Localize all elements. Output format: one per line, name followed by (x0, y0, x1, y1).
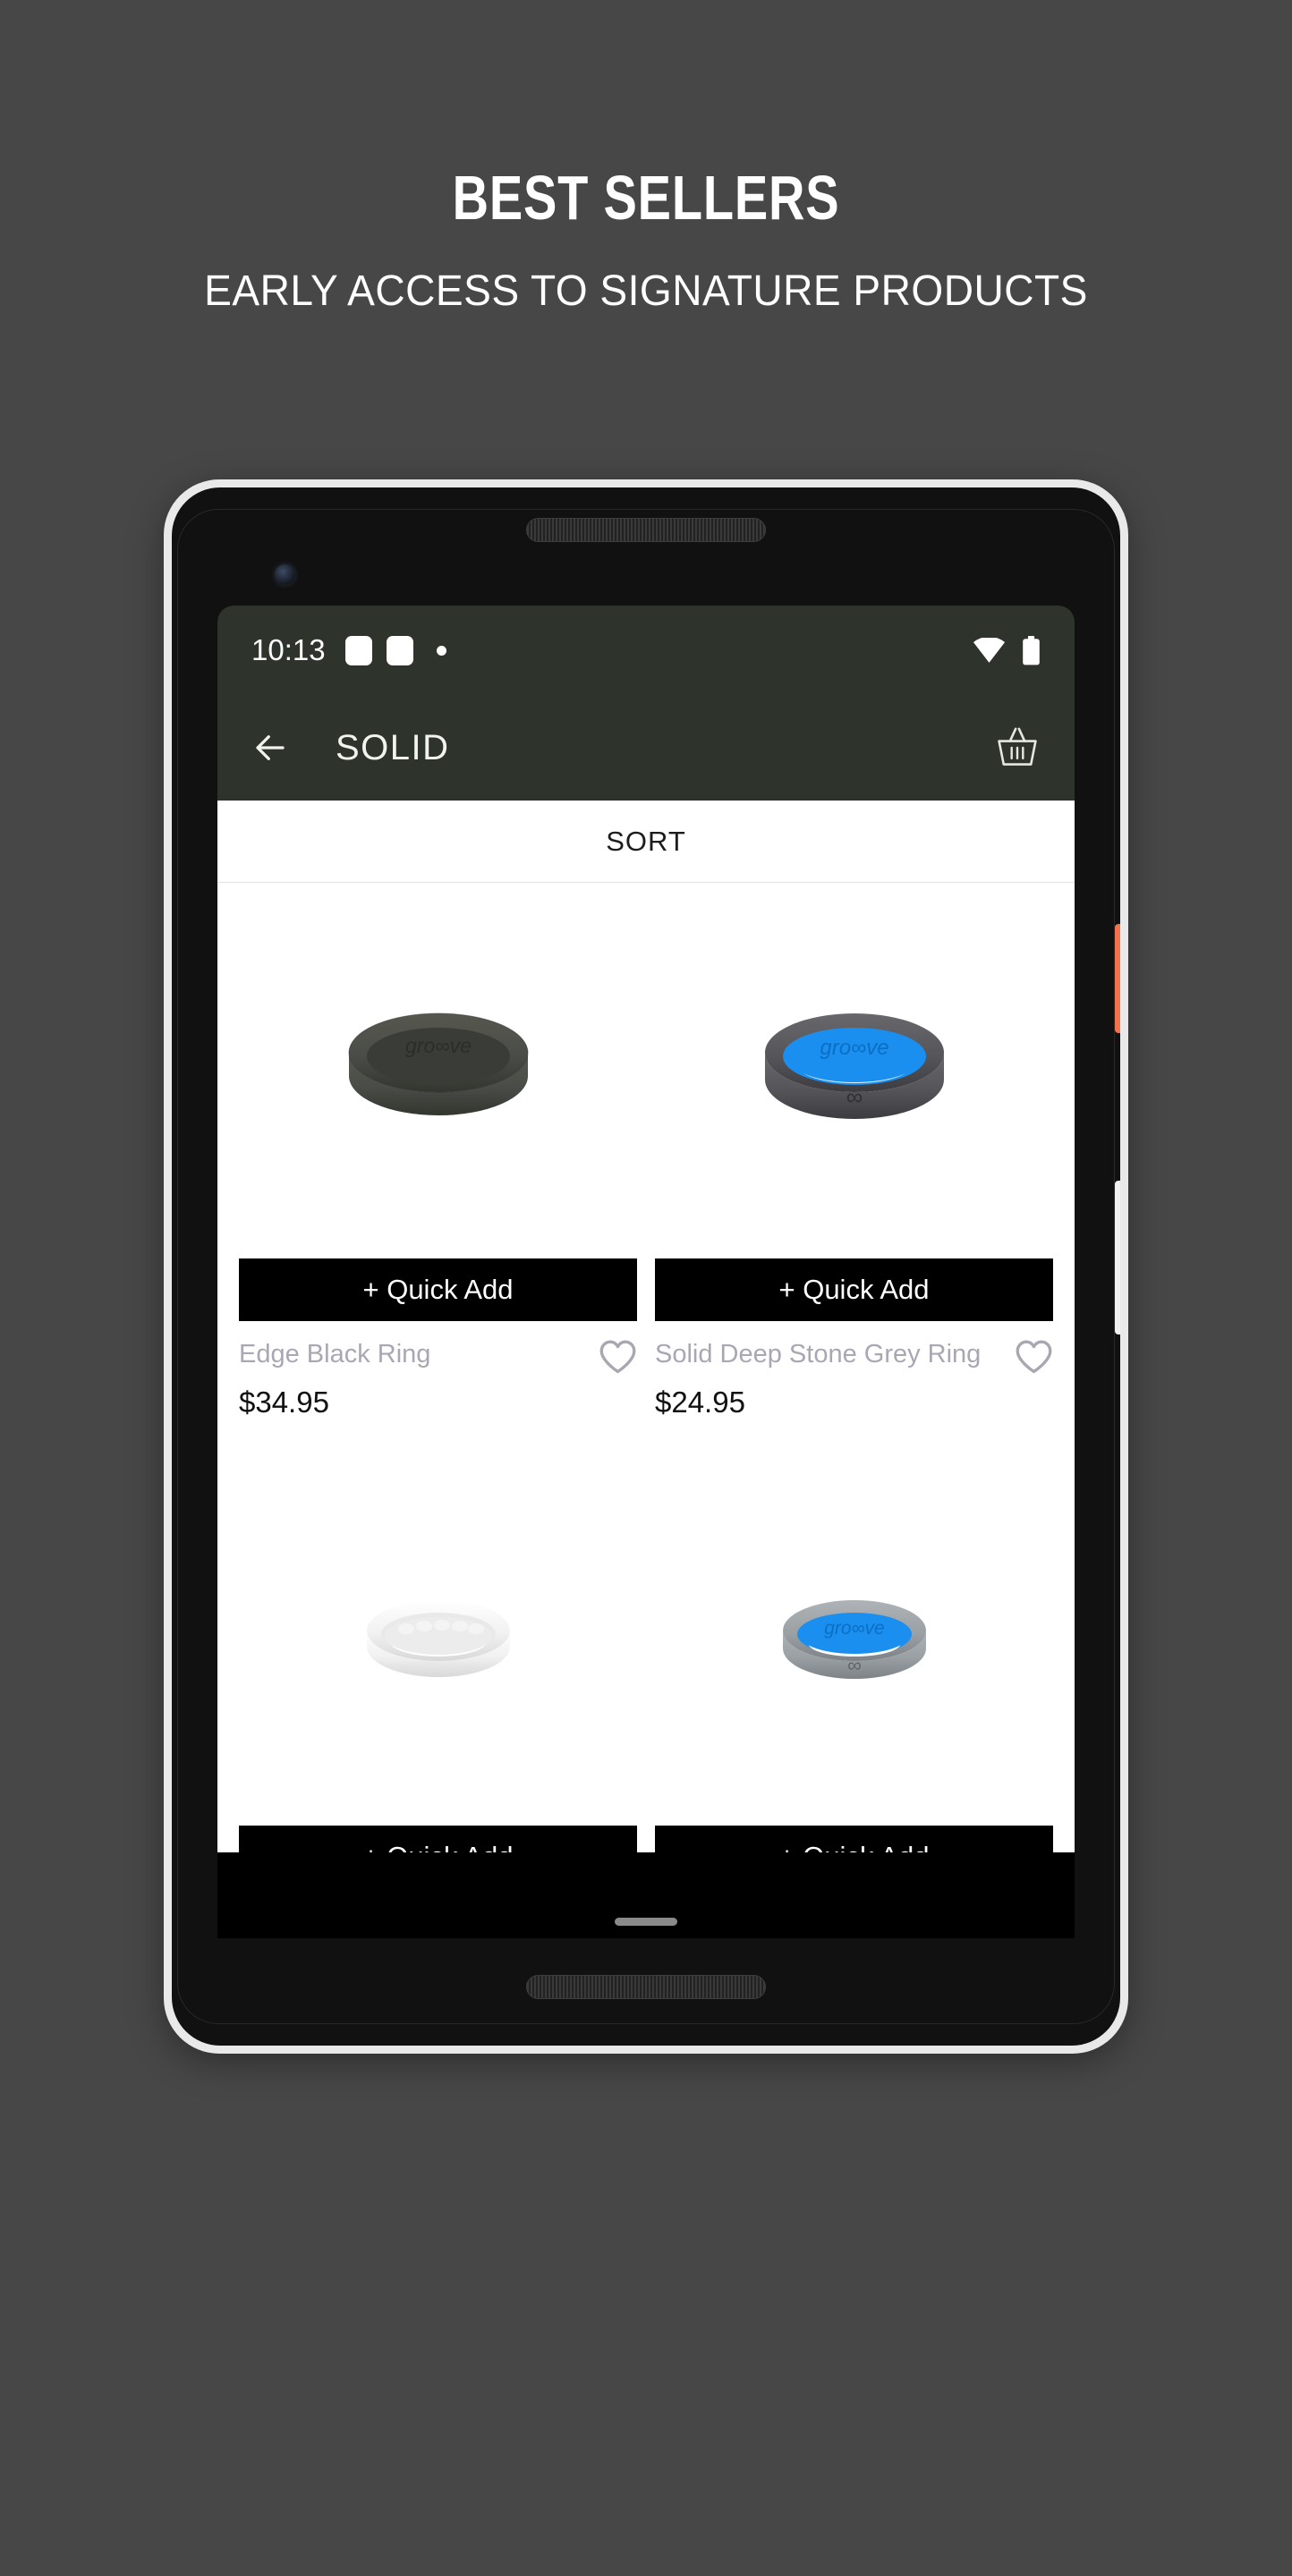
back-arrow-icon[interactable] (251, 729, 289, 767)
shopping-basket-icon[interactable] (994, 724, 1041, 771)
product-name: Solid Deep Stone Grey Ring (655, 1340, 982, 1368)
product-card[interactable]: gro∞ve ∞ + Quick Add Solid Deep Stone Gr… (655, 883, 1053, 1450)
status-bar-time: 10:13 (251, 633, 326, 666)
ring-pearl-thin-icon (366, 1600, 510, 1677)
notification-dot-icon (436, 645, 446, 656)
sort-label: SORT (606, 825, 686, 857)
phone-body: 10:13 SOLID SORT gro∞ve + Quick Add Edge… (172, 487, 1120, 2046)
volume-button[interactable] (1115, 1181, 1120, 1335)
quick-add-button[interactable]: + Quick Add (239, 1258, 637, 1321)
phone-screen: 10:13 SOLID SORT gro∞ve + Quick Add Edge… (217, 606, 1075, 1938)
page-subtitle: EARLY ACCESS TO SIGNATURE PRODUCTS (204, 267, 1088, 315)
heart-outline-icon[interactable] (1015, 1339, 1053, 1375)
ring-edge-black-icon: gro∞ve (348, 1013, 528, 1115)
wifi-icon (973, 638, 1006, 663)
earpiece-speaker-icon (526, 518, 766, 542)
power-button[interactable] (1115, 924, 1120, 1033)
product-meta: Edge Black Ring $34.95 (239, 1321, 637, 1419)
product-image[interactable] (239, 1450, 637, 1826)
product-card[interactable]: gro∞ve + Quick Add Edge Black Ring $34.9… (239, 883, 637, 1450)
battery-icon (1023, 635, 1040, 665)
status-bar-notifications (344, 635, 446, 665)
ring-deep-stone-grey-icon: gro∞ve ∞ (764, 1013, 944, 1119)
svg-text:gro∞ve: gro∞ve (820, 1036, 888, 1060)
product-image[interactable]: gro∞ve (239, 883, 637, 1258)
product-meta: Solid Deep Stone Grey Ring $24.95 (655, 1321, 1053, 1419)
phone-mockup: 10:13 SOLID SORT gro∞ve + Quick Add Edge… (164, 479, 1128, 2054)
product-price: $34.95 (239, 1385, 329, 1419)
svg-text:gro∞ve: gro∞ve (824, 1618, 885, 1639)
home-pill-icon[interactable] (615, 1918, 677, 1926)
svg-text:gro∞ve: gro∞ve (405, 1034, 472, 1057)
product-price: $24.95 (655, 1385, 745, 1419)
page-title: BEST SELLERS (452, 163, 840, 233)
bottom-speaker-icon (526, 1975, 766, 1999)
promo-header: BEST SELLERS EARLY ACCESS TO SIGNATURE P… (0, 0, 1292, 313)
heart-outline-icon[interactable] (599, 1339, 637, 1375)
ring-storm-grey-thin-icon: gro∞ve ∞ (782, 1600, 926, 1679)
quick-add-button[interactable]: + Quick Add (655, 1258, 1053, 1321)
svg-text:∞: ∞ (847, 1654, 862, 1676)
notification-chip-icon (344, 635, 372, 665)
status-bar: 10:13 (217, 606, 1075, 695)
android-nav-bar (217, 1852, 1075, 1938)
app-bar-title: SOLID (336, 727, 450, 767)
notification-chip-icon (386, 635, 413, 665)
product-image[interactable]: gro∞ve ∞ (655, 883, 1053, 1258)
front-camera-icon (275, 564, 295, 585)
svg-text:∞: ∞ (846, 1083, 863, 1110)
product-name: Edge Black Ring (239, 1340, 431, 1368)
app-bar: SOLID (217, 695, 1075, 801)
status-bar-system-icons (973, 635, 1041, 665)
product-grid: gro∞ve + Quick Add Edge Black Ring $34.9… (217, 883, 1075, 1938)
sort-bar[interactable]: SORT (217, 801, 1075, 883)
product-image[interactable]: gro∞ve ∞ (655, 1450, 1053, 1826)
